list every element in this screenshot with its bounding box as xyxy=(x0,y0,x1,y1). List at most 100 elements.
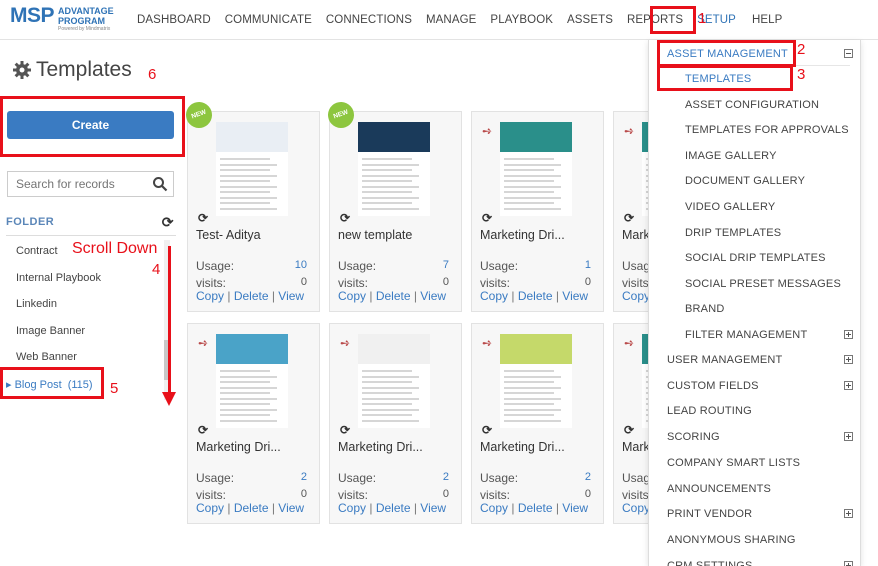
annotation-arrow xyxy=(168,246,171,396)
template-card[interactable]: ➺ ⟳ Marketing Dri... Usage: 2 visits: 0 Copy | … xyxy=(471,323,604,524)
usage-value: 7 xyxy=(442,259,449,271)
copy-link[interactable]: Copy xyxy=(196,289,224,303)
copy-link[interactable]: Copy xyxy=(480,501,508,515)
refresh-icon[interactable]: ⟳ xyxy=(624,423,634,437)
copy-link[interactable]: Copy xyxy=(338,289,366,303)
delete-link[interactable]: Delete xyxy=(518,289,553,303)
usage-value: 1 xyxy=(584,259,591,271)
folder-item[interactable]: Image Banner xyxy=(16,325,101,352)
copy-link[interactable]: Copy xyxy=(196,501,224,515)
search-input[interactable] xyxy=(8,172,148,196)
nav-connections[interactable]: CONNECTIONS xyxy=(326,14,412,26)
msp-logo[interactable]: MSP ADVANTAGE PROGRAM Powered by Mindmatr… xyxy=(10,4,120,34)
share-icon[interactable]: ➺ xyxy=(624,124,634,138)
folder-item[interactable]: Internal Playbook xyxy=(16,272,101,299)
delete-link[interactable]: Delete xyxy=(376,289,411,303)
nav-help[interactable]: HELP xyxy=(752,14,782,26)
nav-dashboard[interactable]: DASHBOARD xyxy=(137,14,211,26)
menu-item[interactable]: PRINT VENDOR xyxy=(667,508,752,520)
template-card[interactable]: ➺ ⟳ Marketing Dri... Usage: 1 visits: 0 Copy | … xyxy=(471,111,604,312)
delete-link[interactable]: Delete xyxy=(234,501,269,515)
search-icon[interactable] xyxy=(152,176,168,192)
refresh-icon[interactable]: ⟳ xyxy=(624,211,634,225)
expand-icon[interactable] xyxy=(844,560,853,566)
expand-icon[interactable] xyxy=(844,432,853,442)
menu-subitem[interactable]: SOCIAL DRIP TEMPLATES xyxy=(685,252,826,264)
refresh-icon[interactable]: ⟳ xyxy=(340,211,350,225)
usage-row: Usage: 1 xyxy=(480,259,591,273)
view-link[interactable]: View xyxy=(562,289,588,303)
menu-item[interactable]: CUSTOM FIELDS xyxy=(667,380,759,392)
nav-assets[interactable]: ASSETS xyxy=(567,14,613,26)
nav-manage[interactable]: MANAGE xyxy=(426,14,476,26)
menu-item[interactable]: ANNOUNCEMENTS xyxy=(667,483,771,495)
view-link[interactable]: View xyxy=(420,501,446,515)
visits-label: visits: xyxy=(196,276,226,290)
menu-subitem[interactable]: DRIP TEMPLATES xyxy=(685,227,781,239)
menu-item[interactable]: ANONYMOUS SHARING xyxy=(667,534,796,546)
menu-subitem[interactable]: ASSET CONFIGURATION xyxy=(685,99,819,111)
share-icon[interactable]: ➺ xyxy=(482,124,492,138)
menu-subitem[interactable]: DOCUMENT GALLERY xyxy=(685,175,805,187)
card-title: Mark xyxy=(622,440,650,454)
view-link[interactable]: View xyxy=(562,501,588,515)
view-link[interactable]: View xyxy=(420,289,446,303)
template-thumbnail[interactable] xyxy=(216,122,288,216)
template-thumbnail[interactable] xyxy=(500,334,572,428)
menu-subitem[interactable]: BRAND xyxy=(685,303,725,315)
expand-icon[interactable] xyxy=(844,380,853,390)
refresh-icon[interactable]: ⟳ xyxy=(482,423,492,437)
template-card[interactable]: ➺ ⟳ Marketing Dri... Usage: 2 visits: 0 Copy | … xyxy=(329,323,462,524)
expand-icon[interactable] xyxy=(844,330,853,339)
refresh-icon[interactable]: ⟳ xyxy=(198,211,208,225)
menu-item[interactable]: LEAD ROUTING xyxy=(667,405,752,417)
template-card[interactable]: NEW ⟳ new template Usage: 7 visits: 0 Copy | De… xyxy=(324,98,462,312)
delete-link[interactable]: Delete xyxy=(518,501,553,515)
visits-row: visits: 0 xyxy=(196,276,307,290)
template-thumbnail[interactable] xyxy=(216,334,288,428)
folder-item[interactable]: Linkedin xyxy=(16,298,101,325)
expand-icon[interactable] xyxy=(844,509,853,519)
card-actions: Copy | Delete | View xyxy=(196,501,305,515)
menu-subitem[interactable]: IMAGE GALLERY xyxy=(685,150,777,162)
visits-value: 0 xyxy=(300,488,307,500)
nav-communicate[interactable]: COMMUNICATE xyxy=(225,14,312,26)
copy-link[interactable]: Copy xyxy=(338,501,366,515)
menu-item[interactable]: SCORING xyxy=(667,431,720,443)
share-icon[interactable]: ➺ xyxy=(482,336,492,350)
nav-playbook[interactable]: PLAYBOOK xyxy=(490,14,553,26)
copy-link[interactable]: Copy xyxy=(622,289,650,303)
menu-item[interactable]: USER MANAGEMENT xyxy=(667,354,782,366)
delete-link[interactable]: Delete xyxy=(376,501,411,515)
menu-subitem[interactable]: SOCIAL PRESET MESSAGES xyxy=(685,278,841,290)
divider xyxy=(6,235,176,236)
share-icon[interactable]: ➺ xyxy=(340,336,350,350)
menu-item[interactable]: COMPANY SMART LISTS xyxy=(667,457,800,469)
card-actions: Copy | Delete | View xyxy=(196,289,305,303)
expand-icon[interactable] xyxy=(844,355,853,364)
share-icon[interactable]: ➺ xyxy=(198,336,208,350)
menu-subitem[interactable]: VIDEO GALLERY xyxy=(685,201,775,213)
refresh-icon[interactable]: ⟳ xyxy=(162,214,174,231)
menu-subitem[interactable]: FILTER MANAGEMENT xyxy=(685,329,807,341)
new-badge: NEW xyxy=(182,98,216,132)
template-card[interactable]: NEW ⟳ Test- Aditya Usage: 10 visits: 0 Copy | D… xyxy=(182,98,320,312)
refresh-icon[interactable]: ⟳ xyxy=(482,211,492,225)
template-thumbnail[interactable] xyxy=(358,334,430,428)
visits-value: 0 xyxy=(442,488,449,500)
visits-value: 0 xyxy=(584,488,591,500)
template-card[interactable]: ➺ ⟳ Marketing Dri... Usage: 2 visits: 0 Copy | … xyxy=(187,323,320,524)
template-thumbnail[interactable] xyxy=(500,122,572,216)
share-icon[interactable]: ➺ xyxy=(624,336,634,350)
menu-item[interactable]: CRM SETTINGS xyxy=(667,560,753,566)
view-link[interactable]: View xyxy=(278,289,304,303)
template-thumbnail[interactable] xyxy=(358,122,430,216)
refresh-icon[interactable]: ⟳ xyxy=(340,423,350,437)
view-link[interactable]: View xyxy=(278,501,304,515)
collapse-icon[interactable] xyxy=(844,49,853,58)
menu-subitem[interactable]: TEMPLATES FOR APPROVALS xyxy=(685,124,849,136)
copy-link[interactable]: Copy xyxy=(622,501,650,515)
copy-link[interactable]: Copy xyxy=(480,289,508,303)
refresh-icon[interactable]: ⟳ xyxy=(198,423,208,437)
delete-link[interactable]: Delete xyxy=(234,289,269,303)
